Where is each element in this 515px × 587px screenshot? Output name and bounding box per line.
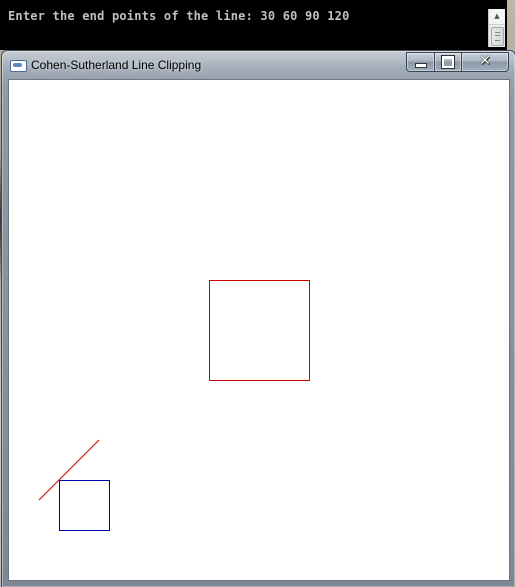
scroll-up-icon[interactable]: ▲: [489, 9, 505, 25]
app-window-icon[interactable]: [10, 60, 27, 72]
title-bar[interactable]: Cohen-Sutherland Line Clipping ✕: [2, 51, 515, 78]
drawing-surface: [38, 280, 310, 531]
close-button[interactable]: ✕: [461, 52, 509, 72]
caption-buttons: ✕: [406, 52, 509, 72]
clipping-window-rect: [59, 480, 110, 531]
minimize-icon: [415, 63, 427, 68]
close-icon: ✕: [479, 53, 491, 69]
original-line: [38, 439, 100, 501]
graphics-canvas: [8, 79, 510, 581]
window-title: Cohen-Sutherland Line Clipping: [31, 58, 202, 72]
console-scrollbar[interactable]: ▲: [488, 9, 505, 47]
viewport-rect: [209, 280, 310, 381]
minimize-button[interactable]: [406, 52, 435, 72]
maximize-button[interactable]: [434, 52, 462, 72]
maximize-icon: [441, 55, 455, 69]
graphics-window[interactable]: Cohen-Sutherland Line Clipping ✕: [1, 50, 515, 587]
console-prompt-text: Enter the end points of the line: 30 60 …: [8, 9, 350, 23]
scroll-thumb[interactable]: [491, 27, 504, 46]
console-window[interactable]: Enter the end points of the line: 30 60 …: [0, 0, 507, 50]
